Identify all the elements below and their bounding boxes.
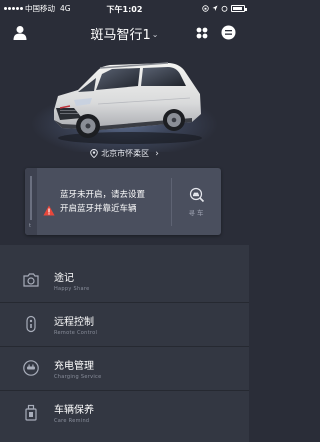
warning-icon [43, 205, 55, 216]
menu-item-care-remind[interactable]: 车辆保养 Care Remind [0, 392, 249, 435]
status-bar: 中国移动 4G 下午1:02 [0, 0, 249, 17]
chevron-down-icon: ⌄ [151, 30, 159, 39]
menu-item-title: 途记 [54, 273, 74, 284]
bluetooth-message-line1: 蓝牙未开启，请去设置 [60, 189, 146, 200]
menu-item-happy-share[interactable]: 途记 Happy Share [0, 260, 249, 303]
car-image [54, 62, 202, 144]
menu-item-subtitle: Remote Control [54, 330, 98, 336]
location-pin-icon [90, 149, 98, 158]
menu-item-title: 远程控制 [54, 317, 94, 328]
oil-can-icon [25, 404, 37, 421]
charging-icon [23, 360, 39, 376]
vehicle-name: 斑马智行1 [90, 28, 151, 43]
chevron-right-icon: › [155, 149, 159, 159]
function-menu: 途记 Happy Share 远程控制 Remote Control 充电管理 … [0, 245, 249, 442]
menu-item-subtitle: Charging Service [54, 374, 102, 380]
key-fob-icon [26, 315, 36, 333]
location-text: 北京市怀柔区 [101, 149, 150, 158]
message-icon[interactable] [221, 25, 236, 40]
bluetooth-message-line2: 开启蓝牙并靠近车辆 [60, 203, 137, 214]
car-display[interactable] [0, 42, 249, 152]
bluetooth-message: 蓝牙未开启，请去设置 开启蓝牙并靠近车辆 [60, 168, 180, 235]
battery-icon [231, 5, 247, 12]
strip-label: t [29, 223, 31, 229]
vehicle-selector[interactable]: 斑马智行1⌄ [0, 24, 249, 43]
status-time: 下午1:02 [106, 5, 143, 14]
bluetooth-status-card[interactable]: t 蓝牙未开启，请去设置 开启蓝牙并靠近车辆 寻车 [25, 168, 221, 235]
menu-item-charging-service[interactable]: 充电管理 Charging Service [0, 348, 249, 391]
menu-item-subtitle: Care Remind [54, 418, 90, 424]
grid-icon[interactable] [196, 27, 208, 39]
menu-item-title: 车辆保养 [54, 405, 94, 416]
card-divider [171, 178, 172, 226]
find-car-button[interactable]: 寻车 [173, 168, 221, 235]
menu-item-remote-control[interactable]: 远程控制 Remote Control [0, 304, 249, 347]
menu-item-title: 充电管理 [54, 361, 94, 372]
menu-item-subtitle: Happy Share [54, 286, 90, 292]
find-car-icon [189, 187, 205, 202]
find-car-label: 寻车 [188, 208, 206, 217]
camera-icon [23, 273, 39, 287]
car-location[interactable]: 北京市怀柔区 › [0, 148, 249, 159]
card-side-strip: t [25, 168, 37, 235]
